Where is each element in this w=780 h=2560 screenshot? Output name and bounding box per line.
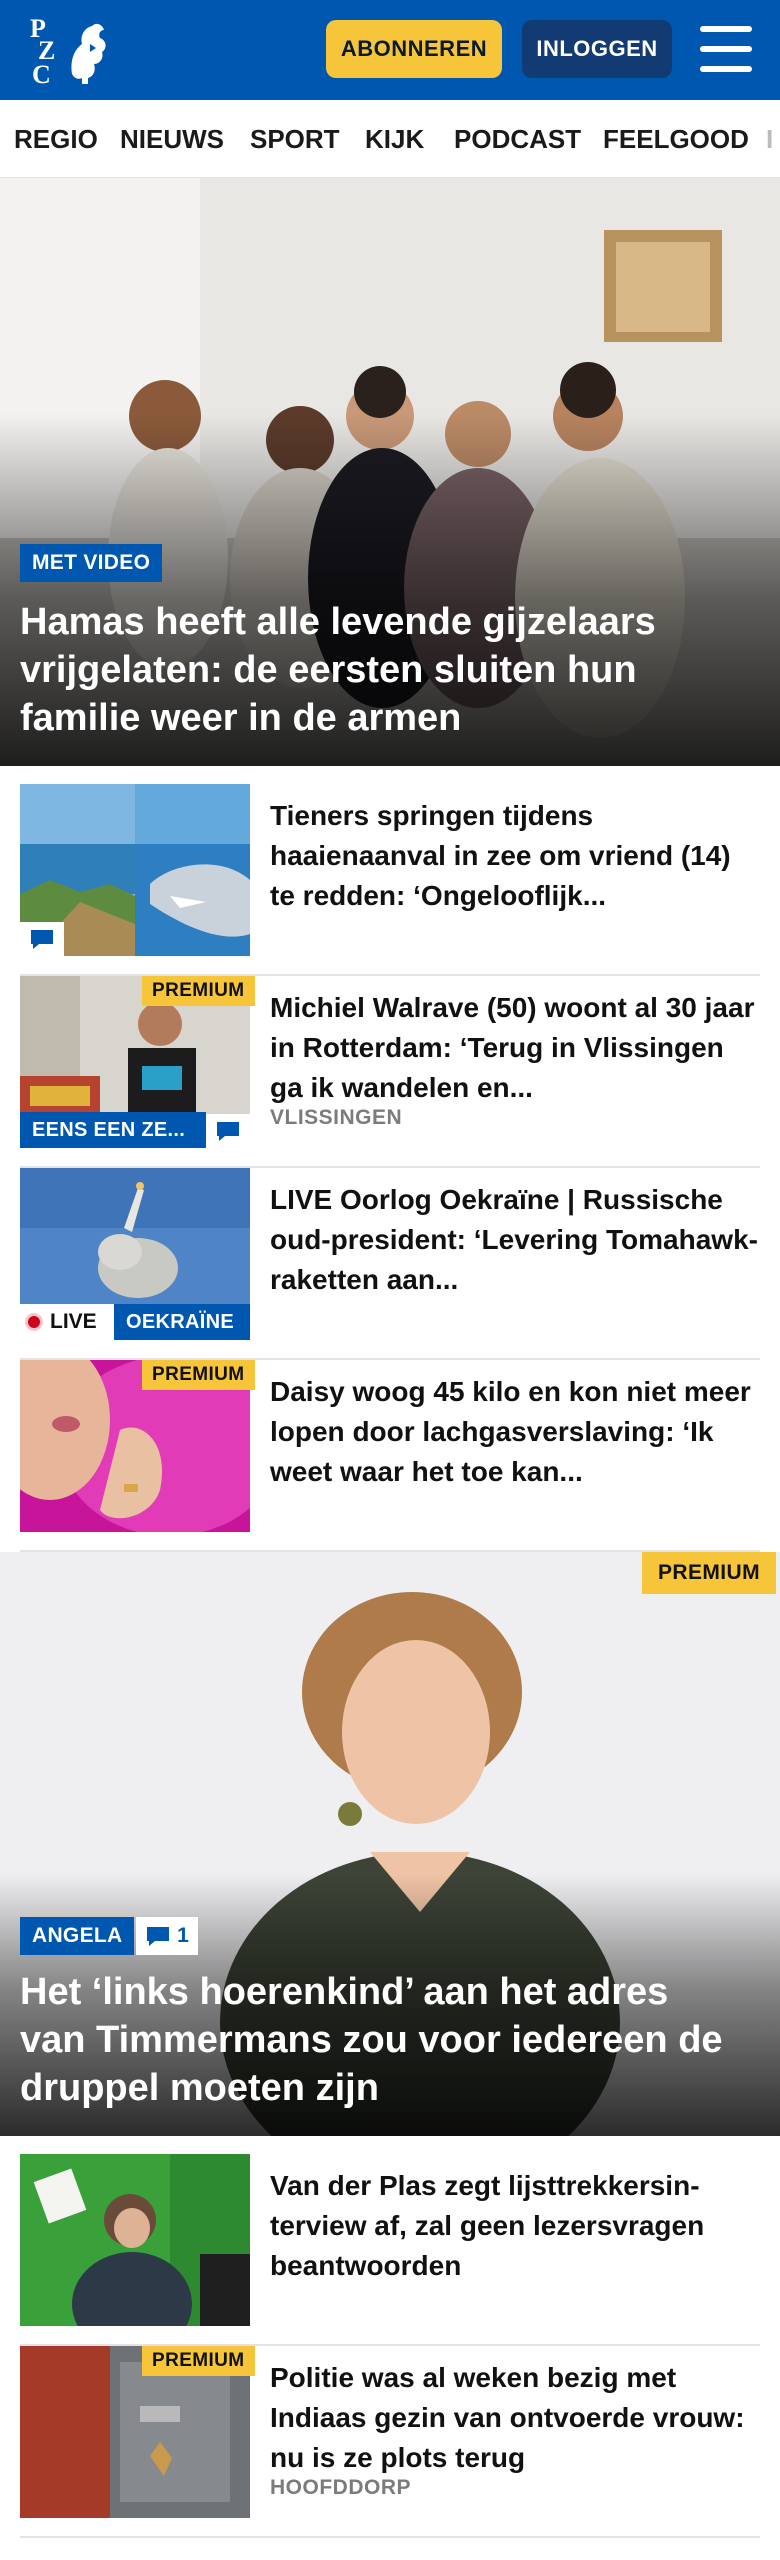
premium-badge: PREMIUM (142, 1360, 255, 1390)
nav-item-kijk[interactable]: KIJK (365, 124, 424, 155)
video-tag: MET VIDEO (20, 544, 163, 582)
comment-count-badge[interactable]: 1 (136, 1917, 198, 1955)
article-title[interactable]: LIVE Oorlog Oekraïne | Russische oud-pre… (270, 1180, 760, 1300)
pzc-logo[interactable]: P Z C (30, 14, 110, 89)
list-item[interactable]: PREMIUM Daisy woog 45 kilo en kon niet m… (20, 1360, 760, 1552)
comment-icon (147, 1927, 170, 1946)
article-title[interactable]: Tieners springen tijdens haaienaanval in… (270, 796, 760, 916)
nav-item-regio[interactable]: REGIO (14, 124, 98, 155)
list-item[interactable]: LIVE OEKRAÏNE LIVE Oorlog Oekraïne | Rus… (20, 1168, 760, 1360)
live-dot-icon (28, 1316, 40, 1328)
hamburger-menu-icon[interactable] (700, 26, 752, 72)
article-title[interactable]: Politie was al weken bezig met Indiaas g… (270, 2358, 760, 2478)
nav-item-feelgood[interactable]: FEELGOOD (603, 124, 749, 155)
comment-icon[interactable] (206, 1114, 250, 1148)
article-title[interactable]: Michiel Walrave (50) woont al 30 jaar in… (270, 988, 760, 1108)
nav-item-podcast[interactable]: PODCAST (454, 124, 581, 155)
live-label: LIVE (50, 1310, 97, 1333)
article-location: HOOFDDORP (270, 2476, 411, 2499)
article-location: VLISSINGEN (270, 1106, 403, 1129)
list-item[interactable]: PREMIUM Politie was al weken bezig met I… (20, 2346, 760, 2538)
category-tag[interactable]: OEKRAÏNE (114, 1304, 250, 1340)
author-tag[interactable]: ANGELA (20, 1917, 135, 1955)
list-item[interactable]: Tieners springen tijdens haaienaanval in… (20, 784, 760, 976)
comment-icon[interactable] (20, 922, 64, 956)
article-title[interactable]: Daisy woog 45 kilo en kon niet meer lope… (270, 1372, 760, 1492)
list-item[interactable]: PREMIUM EENS EEN ZE... Michiel Walrave (… (20, 976, 760, 1168)
live-indicator: LIVE (20, 1304, 114, 1340)
list-item[interactable]: Van der Plas zegt lijsttrekkersin­tervie… (20, 2154, 760, 2346)
hero-article[interactable]: MET VIDEO Hamas heeft alle levende gijze… (0, 178, 780, 766)
nav-item-nieuws[interactable]: NIEUWS (120, 124, 224, 155)
premium-badge: PREMIUM (142, 976, 255, 1006)
premium-badge: PREMIUM (142, 2346, 255, 2376)
nav-item-sport[interactable]: SPORT (250, 124, 340, 155)
subscribe-button[interactable]: ABONNEREN (326, 20, 502, 78)
comment-count: 1 (177, 1924, 189, 1947)
nav-item-more[interactable]: I (766, 124, 773, 155)
feature-article[interactable]: PREMIUM ANGELA 1 Het ‘links hoerenkind’ … (0, 1552, 780, 2136)
logo-letter-c: C (32, 60, 51, 89)
site-header: P Z C ABONNEREN INLOGGEN (0, 0, 780, 100)
section-nav: REGIO NIEUWS SPORT KIJK PODCAST FEELGOOD… (0, 100, 780, 178)
hero-title[interactable]: Hamas heeft alle levende gijzelaars vrij… (20, 598, 740, 742)
login-button[interactable]: INLOGGEN (522, 20, 672, 78)
article-title[interactable]: Van der Plas zegt lijsttrekkersin­tervie… (270, 2166, 760, 2286)
category-tag[interactable]: EENS EEN ZE... (20, 1112, 206, 1148)
feature-title[interactable]: Het ‘links hoerenkind’ aan het adres van… (20, 1968, 740, 2112)
article-thumbnail (20, 2154, 250, 2326)
premium-badge: PREMIUM (642, 1552, 776, 1594)
